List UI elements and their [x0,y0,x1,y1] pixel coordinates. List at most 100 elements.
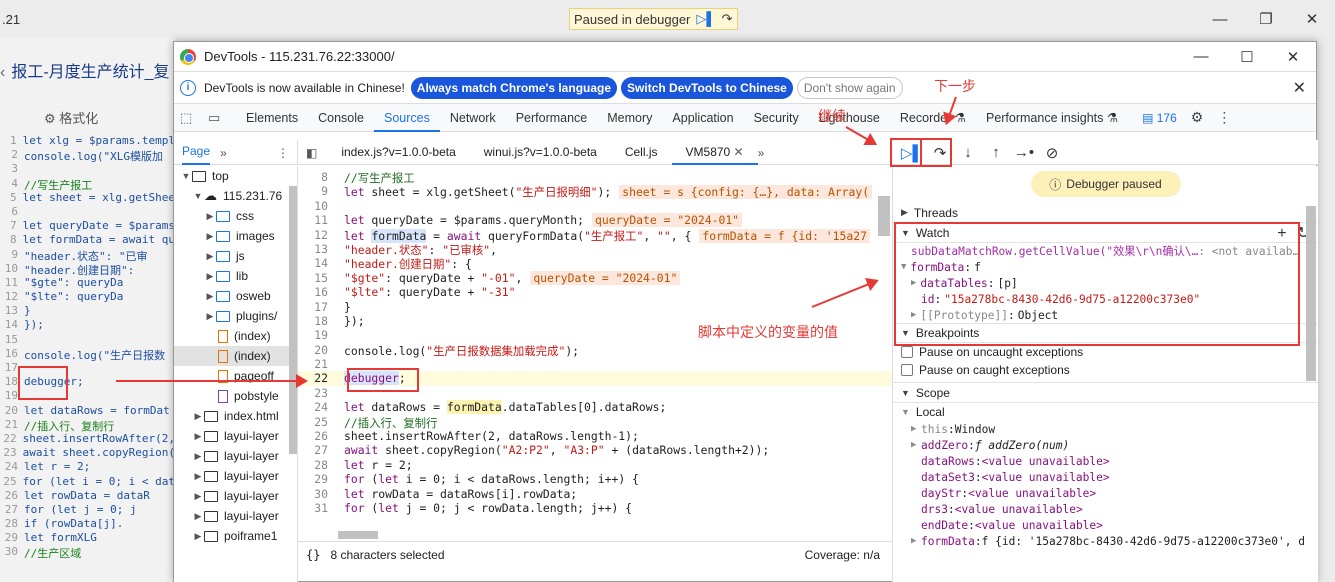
back-icon[interactable]: ‹ [0,64,5,81]
line-number[interactable]: 17 [298,300,338,314]
expand-icon[interactable]: ▶ [204,271,216,282]
minimize-icon[interactable]: — [1197,0,1243,38]
tab-memory[interactable]: Memory [597,104,662,132]
tab-performance[interactable]: Performance [506,104,598,132]
close-tab-icon[interactable]: ✕ [730,145,744,159]
step-over-icon[interactable]: ↷ [722,11,733,27]
host-script-editor[interactable]: 1 let xlg = $params.templ 2 console.log("XL… [0,134,175,560]
expand-icon[interactable]: ▶ [192,411,204,422]
line-number[interactable]: 27 [298,443,338,457]
code-line[interactable]: 24 let dataRows = formData.dataTables[0].… [298,400,892,415]
line-number[interactable]: 23 [298,386,338,400]
scope-variable[interactable]: drs3: <value unavailable> [893,501,1318,517]
match-language-button[interactable]: Always match Chrome's language [410,76,618,99]
tree-item[interactable]: ▶ layui-layer [174,466,297,486]
file-tab[interactable]: Cell.js [611,140,672,165]
file-tab[interactable]: winui.js?v=1.0.0-beta [470,140,611,165]
tab-security[interactable]: Security [744,104,809,132]
expand-icon[interactable]: ▶ [192,491,204,502]
code-line[interactable]: 17 } [298,300,892,314]
tree-item[interactable]: (index) [174,326,297,346]
tree-item[interactable]: ▼ ☁ 115.231.76 [174,186,297,206]
line-number[interactable]: 12 [298,228,338,242]
resume-icon[interactable]: ▷▌ [696,11,715,27]
step-out-button[interactable]: ↑ [982,144,1010,161]
scope-variable[interactable]: dataSet3: <value unavailable> [893,469,1318,485]
format-button[interactable]: ⚙ 格式化 [44,108,98,127]
tab-page[interactable]: Page [182,140,211,165]
line-number[interactable]: 11 [298,213,338,227]
line-number[interactable]: 30 [298,487,338,501]
expand-icon[interactable]: ▼ [192,191,204,201]
expand-icon[interactable]: ▶ [192,531,204,542]
code-line[interactable]: 28 let r = 2; [298,458,892,472]
tab-performance-insights[interactable]: Performance insights ⚗ [976,104,1128,132]
scope-variable[interactable]: dataRows: <value unavailable> [893,453,1318,469]
settings-icon[interactable]: ⚙ [1191,109,1204,126]
code-line[interactable]: 27 await sheet.copyRegion("A2:P2", "A3:P"… [298,443,892,457]
code-line[interactable]: 15 "$gte": queryDate + "-01", queryDate =… [298,270,892,285]
expand-icon[interactable]: ▼ [180,171,192,181]
scope-variable[interactable]: ▶ this: Window [893,421,1318,437]
expand-icon[interactable]: ▶ [192,511,204,522]
line-number[interactable]: 29 [298,472,338,486]
line-number[interactable]: 26 [298,429,338,443]
tree-item[interactable]: pobstyle [174,386,297,406]
code-line[interactable]: 29 for (let i = 0; i < dataRows.length; i… [298,472,892,486]
threads-section[interactable]: ▶ Threads [893,203,1318,223]
code-line[interactable]: 13 "header.状态": "已审核", [298,242,892,257]
code-line[interactable]: 26 sheet.insertRowAfter(2, dataRows.lengt… [298,429,892,443]
tree-item[interactable]: pageoff [174,366,297,386]
code-line[interactable]: 10 [298,199,892,213]
expand-icon[interactable]: ▶ [204,211,216,222]
file-tab[interactable]: VM5870 ✕ [671,140,758,165]
more-files-icon[interactable]: » [758,146,765,160]
line-number[interactable]: 24 [298,400,338,414]
issues-badge[interactable]: ▤ 176 [1142,111,1177,125]
scope-variable[interactable]: ▶ formData: f {id: '15a278bc-8430-42d6-9d… [893,533,1318,549]
code-editor[interactable]: 8//写生产报工 9 let sheet = xlg.getSheet("生产日报明… [298,166,892,541]
scope-variable[interactable]: dayStr: <value unavailable> [893,485,1318,501]
code-line[interactable]: 8 //写生产报工 [298,170,892,185]
line-number[interactable]: 9 [298,184,338,198]
tree-item[interactable]: ▶ css [174,206,297,226]
line-number[interactable]: 14 [298,256,338,270]
more-menu-icon[interactable]: ⋮ [1217,109,1231,126]
editor-scrollbar[interactable] [878,196,890,236]
scope-section[interactable]: ▼ Scope [893,383,1318,403]
switch-language-button[interactable]: Switch DevTools to Chinese [621,76,793,99]
expand-icon[interactable]: ▶ [204,291,216,302]
code-line[interactable]: 14 "header.创建日期": { [298,256,892,271]
line-number[interactable]: 15 [298,271,338,285]
dont-show-again-button[interactable]: Don't show again [796,76,903,99]
file-tab[interactable]: index.js?v=1.0.0-beta [327,140,469,165]
tab-network[interactable]: Network [440,104,506,132]
tree-item[interactable]: ▶ images [174,226,297,246]
expand-icon[interactable]: ▶ [192,451,204,462]
line-number[interactable]: 8 [298,170,338,184]
tab-application[interactable]: Application [662,104,743,132]
line-number[interactable]: 18 [298,314,338,328]
maximize-icon[interactable]: ☐ [1224,48,1270,66]
line-number[interactable]: 10 [298,199,338,213]
deactivate-breakpoints-button[interactable]: ⊘ [1038,144,1066,162]
line-number[interactable]: 16 [298,285,338,299]
tree-item[interactable]: ▶ plugins/ [174,306,297,326]
expand-icon[interactable]: ▶ [192,471,204,482]
tree-item[interactable]: ▶ osweb [174,286,297,306]
restore-icon[interactable]: ❐ [1243,0,1289,38]
line-number[interactable]: 20 [298,343,338,357]
tree-item[interactable]: ▶ layui-layer [174,486,297,506]
code-line[interactable]: 12 let formData = await queryFormData("生产… [298,228,892,243]
tree-item[interactable]: ▶ lib [174,266,297,286]
step-button[interactable]: →• [1010,144,1038,161]
tree-item[interactable]: ▶ layui-layer [174,426,297,446]
pause-caught-checkbox[interactable]: Pause on caught exceptions [893,361,1318,379]
step-into-button[interactable]: ↓ [954,144,982,161]
code-line[interactable]: 16 "$lte": queryDate + "-31" [298,285,892,299]
code-line[interactable]: 31 for (let j = 0; j < rowData.length; j… [298,501,892,515]
tree-item[interactable]: ▶ js [174,246,297,266]
tab-recorder[interactable]: Recorder ⚗ [890,104,976,132]
line-number[interactable]: 31 [298,501,338,515]
tree-item[interactable]: ▶ layui-layer [174,506,297,526]
